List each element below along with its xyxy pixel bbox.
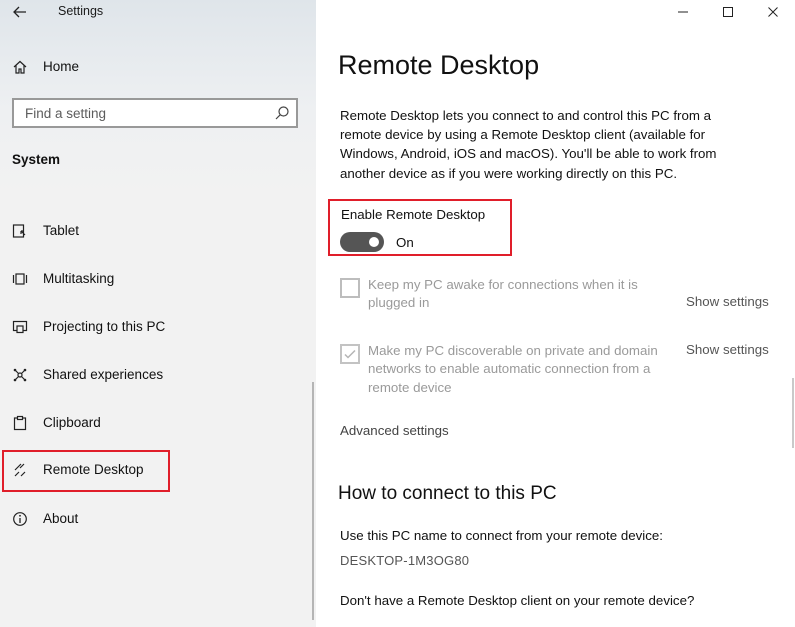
- sidebar-item-label: Remote Desktop: [43, 462, 144, 477]
- maximize-icon: [723, 7, 733, 17]
- back-button[interactable]: [6, 0, 34, 24]
- minimize-button[interactable]: [663, 0, 703, 24]
- clipboard-icon: [11, 414, 29, 432]
- discoverable-show-settings-link[interactable]: Show settings: [686, 342, 769, 357]
- sidebar-item-label: About: [43, 511, 79, 526]
- discoverable-checkbox[interactable]: [340, 344, 360, 364]
- shared-experiences-icon: [11, 366, 29, 384]
- sidebar-item-label: Clipboard: [43, 415, 101, 430]
- projecting-icon: [11, 318, 29, 336]
- close-button[interactable]: [753, 0, 793, 24]
- content-scrollbar[interactable]: [792, 378, 794, 448]
- remote-desktop-icon: [11, 461, 29, 479]
- search-box[interactable]: [12, 98, 298, 128]
- enable-remote-desktop-toggle[interactable]: [340, 232, 384, 252]
- maximize-button[interactable]: [708, 0, 748, 24]
- sidebar-item-label: Shared experiences: [43, 367, 164, 382]
- enable-remote-desktop-label: Enable Remote Desktop: [341, 207, 486, 222]
- keep-awake-show-settings-link[interactable]: Show settings: [686, 294, 769, 309]
- sidebar-item-label: Home: [43, 59, 80, 74]
- no-client-text: Don't have a Remote Desktop client on yo…: [340, 593, 695, 608]
- sidebar-item-projecting[interactable]: Projecting to this PC: [0, 307, 316, 347]
- main-content: Remote Desktop Remote Desktop lets you c…: [316, 0, 795, 627]
- back-arrow-icon: [13, 6, 26, 18]
- title-bar: Settings: [0, 0, 316, 24]
- sidebar-item-home[interactable]: Home: [0, 52, 316, 82]
- checkmark-icon: [344, 349, 356, 359]
- sidebar: Settings Home System Tablet Multitasking…: [0, 0, 316, 627]
- connect-heading: How to connect to this PC: [338, 483, 557, 504]
- search-input[interactable]: [23, 105, 267, 122]
- multitasking-icon: [11, 270, 29, 288]
- toggle-knob: [369, 237, 379, 247]
- sidebar-item-multitasking[interactable]: Multitasking: [0, 259, 316, 299]
- discoverable-option: Make my PC discoverable on private and d…: [340, 342, 780, 398]
- enable-remote-desktop-group: Enable Remote Desktop On: [328, 199, 512, 256]
- minimize-icon: [678, 11, 688, 13]
- page-title: Remote Desktop: [338, 50, 540, 80]
- info-icon: [11, 510, 29, 528]
- section-title: System: [12, 152, 61, 167]
- toggle-state-label: On: [396, 235, 414, 250]
- keep-awake-label: Keep my PC awake for connections when it…: [368, 277, 638, 311]
- sidebar-item-label: Projecting to this PC: [43, 319, 166, 334]
- sidebar-item-label: Tablet: [43, 223, 80, 238]
- advanced-settings-link[interactable]: Advanced settings: [340, 423, 449, 438]
- description-text: Remote Desktop lets you connect to and c…: [340, 108, 717, 181]
- sidebar-scrollbar[interactable]: [312, 382, 314, 620]
- app-title: Settings: [58, 4, 104, 18]
- sidebar-item-tablet[interactable]: Tablet: [0, 211, 316, 251]
- pc-name: DESKTOP-1M3OG80: [340, 553, 470, 568]
- sidebar-item-label: Multitasking: [43, 271, 115, 286]
- sidebar-item-about[interactable]: About: [0, 499, 316, 539]
- search-icon[interactable]: [274, 105, 290, 126]
- sidebar-item-remote-desktop[interactable]: Remote Desktop: [2, 450, 170, 492]
- connect-instruction: Use this PC name to connect from your re…: [340, 528, 663, 543]
- home-icon: [11, 58, 29, 76]
- keep-awake-option: Keep my PC awake for connections when it…: [340, 276, 780, 316]
- tablet-icon: [11, 222, 29, 240]
- sidebar-item-shared-experiences[interactable]: Shared experiences: [0, 355, 316, 395]
- keep-awake-checkbox[interactable]: [340, 278, 360, 298]
- sidebar-item-clipboard[interactable]: Clipboard: [0, 403, 316, 443]
- discoverable-label: Make my PC discoverable on private and d…: [368, 343, 658, 395]
- close-icon: [768, 7, 778, 17]
